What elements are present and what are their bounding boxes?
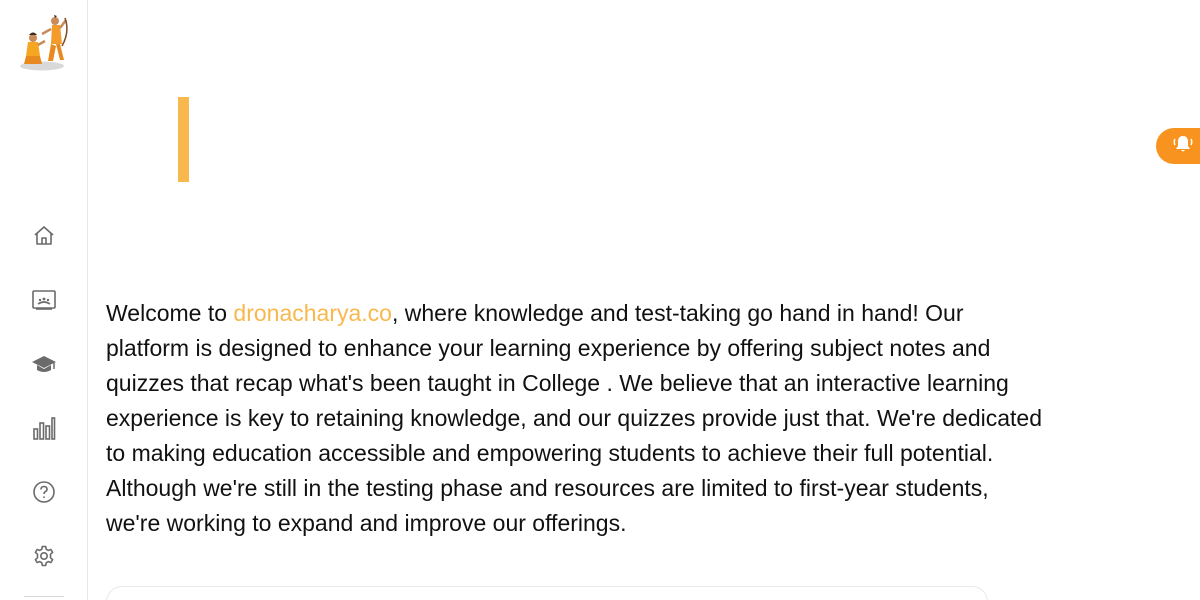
graduation-cap-icon xyxy=(31,352,57,376)
sidebar-item-courses[interactable] xyxy=(28,348,60,380)
presentation-board-icon xyxy=(31,288,57,312)
welcome-body: , where knowledge and test-taking go han… xyxy=(106,300,1043,536)
gear-icon xyxy=(32,544,56,568)
welcome-prefix: Welcome to xyxy=(106,300,234,326)
site-link[interactable]: dronacharya.co xyxy=(233,300,392,326)
sidebar-item-settings[interactable] xyxy=(28,540,60,572)
help-circle-icon xyxy=(32,480,56,504)
sidebar xyxy=(0,0,88,600)
sidebar-item-home[interactable] xyxy=(28,220,60,252)
sidebar-item-help[interactable] xyxy=(28,476,60,508)
content-card xyxy=(106,586,988,600)
app: Welcome to dronacharya.co, where knowled… xyxy=(0,0,1200,600)
welcome-text: Welcome to dronacharya.co, where knowled… xyxy=(106,296,1046,541)
dronacharya-logo[interactable] xyxy=(18,14,68,72)
bell-ring-icon xyxy=(1172,134,1194,159)
typing-cursor-bar xyxy=(178,97,189,182)
notification-button[interactable] xyxy=(1156,128,1200,164)
bar-chart-icon xyxy=(32,415,56,441)
home-icon xyxy=(32,224,56,248)
sidebar-item-stats[interactable] xyxy=(28,412,60,444)
sidebar-divider xyxy=(24,596,64,597)
sidebar-item-board[interactable] xyxy=(28,284,60,316)
